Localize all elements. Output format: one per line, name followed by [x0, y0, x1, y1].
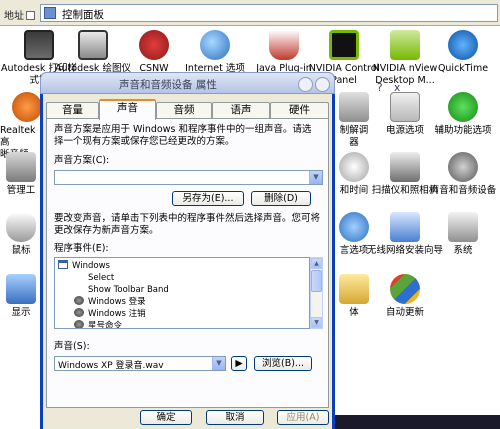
- cp-item-sound[interactable]: 声音和音频设备: [424, 152, 500, 212]
- dialog-title: 声音和音频设备 属性: [119, 79, 217, 91]
- events-intro: 要改变声音，请单击下列表中的程序事件然后选择声音。您可将更改保存为新声音方案。: [54, 213, 321, 236]
- phone-modem-icon: [339, 92, 369, 122]
- window-icon: [58, 260, 68, 269]
- save-as-button[interactable]: 另存为(E)...: [172, 191, 244, 206]
- sound-label: 声音(S):: [54, 341, 90, 352]
- scheme-select[interactable]: ▼: [54, 170, 323, 185]
- speaker-icon: [12, 92, 42, 122]
- autodesk-plotter-icon: [78, 30, 108, 60]
- close-button[interactable]: x: [315, 77, 400, 94]
- dialog-title-bar[interactable]: 声音和音频设备 属性 ? x: [40, 72, 400, 94]
- cp-item-realtek[interactable]: Realtek高 晰音频: [0, 92, 42, 160]
- scanner-icon: [390, 152, 420, 182]
- sound-select[interactable]: Windows XP 登录音.wav ▼: [54, 356, 226, 371]
- quicktime-icon: [448, 30, 478, 60]
- scheme-label: 声音方案(C):: [54, 155, 110, 166]
- speaker-icon: [74, 320, 84, 328]
- mouse-icon: [6, 212, 36, 242]
- address-label: 地址: [4, 7, 35, 22]
- tab-audio[interactable]: 音频: [156, 102, 212, 119]
- control-panel-icon: [44, 7, 56, 19]
- admin-tools-icon: [6, 152, 36, 182]
- internet-globe-icon: [200, 30, 230, 60]
- cp-item-system[interactable]: 系统: [424, 212, 500, 272]
- region-icon: [339, 212, 369, 242]
- help-button[interactable]: ?: [298, 77, 383, 94]
- tab-voice[interactable]: 语声: [212, 102, 270, 119]
- events-scrollbar[interactable]: ▲ ▼: [310, 257, 323, 329]
- font-icon: [339, 274, 369, 304]
- play-button[interactable]: ▶: [231, 356, 247, 371]
- nvidia-icon: [329, 30, 359, 60]
- cp-item-quicktime[interactable]: QuickTime: [424, 30, 500, 90]
- desktop-strip: [335, 415, 500, 429]
- cp-item-admin-tools[interactable]: 管理工: [0, 152, 42, 212]
- close-icon: x: [394, 82, 401, 94]
- chevron-down-icon[interactable]: ▼: [212, 357, 225, 370]
- sound-icon: [448, 152, 478, 182]
- autodesk-print-icon: [24, 30, 54, 60]
- nvidia-nview-icon: [390, 30, 420, 60]
- program-events-list[interactable]: Windows Select Show Toolbar Band Windows…: [54, 257, 310, 329]
- display-icon: [6, 274, 36, 304]
- speaker-icon: [74, 308, 84, 317]
- sounds-panel: 声音方案是应用于 Windows 和程序事件中的一组声音。请选择一个现有方案或保…: [46, 118, 329, 408]
- list-item[interactable]: Windows 登录: [74, 296, 146, 308]
- update-shield-icon: [390, 274, 420, 304]
- browse-button[interactable]: 浏览(B)...: [254, 356, 312, 371]
- speaker-icon: [74, 296, 84, 305]
- play-icon: ▶: [235, 358, 243, 369]
- cp-item-display[interactable]: 显示: [0, 274, 42, 334]
- chevron-down-icon[interactable]: ▼: [309, 171, 322, 184]
- address-value: 控制面板: [62, 9, 104, 21]
- address-bar: 地址 控制面板: [0, 0, 500, 26]
- scroll-down-icon[interactable]: ▼: [311, 317, 322, 328]
- list-item[interactable]: Windows: [58, 260, 110, 272]
- events-label: 程序事件(E):: [54, 243, 109, 254]
- accessibility-icon: [448, 92, 478, 122]
- tab-strip: 音量 声音 音频 语声 硬件: [46, 99, 329, 120]
- dialog-body: 音量 声音 音频 语声 硬件 声音方案是应用于 Windows 和程序事件中的一…: [43, 94, 332, 429]
- scroll-thumb[interactable]: [311, 270, 322, 292]
- list-item[interactable]: Windows 注销: [74, 308, 146, 320]
- tab-volume[interactable]: 音量: [46, 102, 99, 119]
- delete-button[interactable]: 删除(D): [251, 191, 311, 206]
- cp-item-auto-update[interactable]: 自动更新: [366, 274, 444, 334]
- tab-hardware[interactable]: 硬件: [270, 102, 329, 119]
- sound-properties-dialog: 声音和音频设备 属性 ? x 音量 声音 音频 语声 硬件 声音方案是应用于 W…: [40, 72, 400, 429]
- address-dropdown-icon[interactable]: [26, 11, 35, 20]
- apply-button[interactable]: 应用(A): [277, 410, 329, 425]
- power-icon: [390, 92, 420, 122]
- list-item[interactable]: 星号命令: [74, 320, 122, 328]
- ok-button[interactable]: 确定: [140, 410, 192, 425]
- tab-sounds[interactable]: 声音: [99, 99, 156, 120]
- cp-item-accessibility[interactable]: 辅助功能选项: [424, 92, 500, 152]
- cancel-button[interactable]: 取消: [206, 410, 264, 425]
- network-icon: [139, 30, 169, 60]
- clock-icon: [339, 152, 369, 182]
- cp-item-mouse[interactable]: 鼠标: [0, 212, 42, 272]
- system-icon: [448, 212, 478, 242]
- address-input[interactable]: 控制面板: [40, 4, 498, 22]
- scheme-intro: 声音方案是应用于 Windows 和程序事件中的一组声音。请选择一个现有方案或保…: [54, 124, 312, 147]
- list-item[interactable]: Show Toolbar Band: [88, 284, 169, 296]
- list-item[interactable]: Select: [88, 272, 114, 284]
- java-cup-icon: [269, 30, 299, 60]
- wireless-icon: [390, 212, 420, 242]
- help-icon: ?: [377, 82, 383, 94]
- scroll-up-icon[interactable]: ▲: [311, 258, 322, 269]
